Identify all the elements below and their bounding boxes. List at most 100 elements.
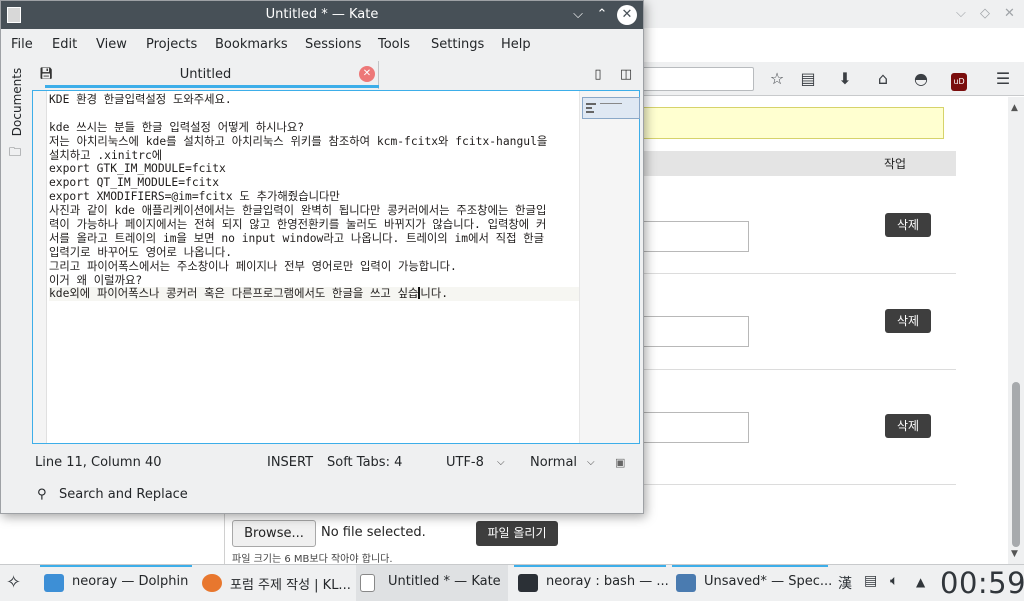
kate-window: Untitled * — Kate ⌵ ⌃ ✕ File Edit View P…	[0, 0, 644, 514]
task-label: neoray — Dolphin	[72, 574, 189, 589]
task-label: neoray : bash — ...	[546, 574, 669, 589]
task-kate[interactable]: Untitled * — Kate	[356, 565, 508, 601]
editor-line: 사진과 같이 kde 애플리케이션에서는 한글입력이 완벽히 됩니다만 콩커러에…	[49, 204, 547, 218]
delete-button[interactable]: 삭제	[885, 309, 931, 333]
home-icon[interactable]: ⌂	[872, 68, 894, 90]
editor-line: 그리고 파이어폭스에서는 주소창이나 페이지나 전부 영어로만 입력이 가능합니…	[49, 259, 457, 273]
minimap[interactable]	[579, 91, 640, 443]
task-spectacle[interactable]: Unsaved* — Spec...	[672, 565, 832, 601]
editor-line: 입력기로 바꾸어도 영어로 나옵니다.	[49, 245, 233, 259]
tab-bar: 💾︎ Untitled ✕ ▯ ◫	[33, 61, 639, 89]
input-method-icon[interactable]: 漢	[838, 573, 852, 593]
bookmark-star-icon[interactable]: ☆	[766, 68, 788, 90]
left-sidebar: Documents 🗀	[3, 61, 29, 441]
task-label: 포럼 주제 작성 | KL...	[230, 578, 351, 593]
folder-icon[interactable]: 🗀	[9, 143, 21, 164]
firefox-maximize-icon[interactable]: ◇	[980, 6, 990, 21]
highlight-mode-selector[interactable]: Normal	[530, 455, 577, 470]
firefox-close-icon[interactable]: ✕	[1004, 6, 1015, 21]
editor-line: 력이 가능하나 페이지에서는 전혀 되지 않고 한영전환키를 눌러도 바뀌지가 …	[49, 218, 547, 232]
editor-line: 이거 왜 이럴까요?	[49, 273, 143, 287]
application-launcher-icon[interactable]: ✧	[6, 572, 21, 593]
indentation-mode[interactable]: Soft Tabs: 4	[327, 455, 402, 470]
scrollbar-thumb[interactable]	[1012, 382, 1020, 547]
minimap-line	[600, 103, 622, 104]
attachment-comment-field[interactable]	[642, 221, 749, 252]
task-dolphin[interactable]: neoray — Dolphin	[40, 565, 192, 601]
task-indicator	[40, 565, 192, 567]
documents-sidebar-tab[interactable]: Documents	[7, 67, 25, 147]
quick-open-icon[interactable]: ▯	[589, 66, 607, 84]
browse-button[interactable]: Browse...	[232, 520, 316, 547]
chevron-down-icon[interactable]: ⌵	[497, 457, 505, 468]
window-title: Untitled * — Kate	[265, 7, 379, 22]
table-header-action: 작업	[884, 157, 907, 171]
editor-gutter	[33, 91, 47, 443]
spectacle-icon	[676, 574, 696, 592]
encoding-selector[interactable]: UTF-8	[446, 455, 484, 470]
attachment-comment-field[interactable]	[642, 316, 749, 347]
row-divider	[642, 273, 956, 274]
menu-tools[interactable]: Tools	[378, 37, 410, 52]
documents-label: Documents	[10, 67, 24, 137]
text-editor[interactable]: KDE 환경 한글입력설정 도와주세요. kde 쓰시는 분들 한글 입력설정 …	[32, 90, 640, 444]
pocket-icon[interactable]: ◓	[910, 68, 932, 90]
search-and-replace-label: Search and Replace	[59, 487, 188, 502]
current-line-text-after: 니다.	[420, 287, 449, 301]
attachment-comment-field[interactable]	[642, 412, 749, 443]
task-firefox[interactable]: 포럼 주제 작성 | KL...	[198, 565, 354, 601]
volume-icon[interactable]: 🔈︎	[890, 573, 898, 589]
menu-bookmarks[interactable]: Bookmarks	[215, 37, 288, 52]
task-label: Unsaved* — Spec...	[704, 574, 833, 589]
tab-untitled[interactable]: 💾︎ Untitled ✕	[33, 61, 379, 89]
minimize-icon[interactable]: ⌵	[568, 5, 588, 25]
kate-icon	[360, 574, 375, 592]
editor-text[interactable]: KDE 환경 한글입력설정 도와주세요. kde 쓰시는 분들 한글 입력설정 …	[49, 93, 579, 302]
delete-button[interactable]: 삭제	[885, 414, 931, 438]
cursor-position[interactable]: Line 11, Column 40	[35, 455, 162, 470]
save-status-icon: ▣	[615, 456, 626, 469]
scroll-up-icon[interactable]: ▲	[1011, 103, 1018, 113]
close-icon[interactable]: ✕	[617, 5, 637, 25]
delete-button[interactable]: 삭제	[885, 213, 931, 237]
tray-expand-icon[interactable]: ▲	[916, 575, 925, 589]
upload-file-button[interactable]: 파일 올리기	[476, 521, 558, 546]
clock[interactable]: 00:59	[940, 566, 1024, 600]
firefox-url-input[interactable]	[640, 67, 754, 91]
menu-settings[interactable]: Settings	[431, 37, 484, 52]
minimap-line	[586, 103, 596, 105]
search-icon: ⚲	[37, 487, 47, 502]
menu-bar: File Edit View Projects Bookmarks Sessio…	[1, 31, 643, 59]
firefox-scrollbar[interactable]: ▲ ▼	[1008, 97, 1024, 564]
ublock-icon[interactable]: uD	[948, 68, 970, 91]
chevron-down-icon[interactable]: ⌵	[587, 457, 595, 468]
menu-help[interactable]: Help	[501, 37, 531, 52]
menu-edit[interactable]: Edit	[52, 37, 77, 52]
hamburger-menu-icon[interactable]: ☰	[992, 68, 1014, 90]
notice-box	[642, 107, 944, 139]
editor-line: export XMODIFIERS=@im=fcitx 도 추가해줬습니다만	[49, 190, 340, 204]
scroll-down-icon[interactable]: ▼	[1011, 549, 1018, 559]
task-konsole[interactable]: neoray : bash — ...	[514, 565, 669, 601]
tab-label: Untitled	[179, 67, 232, 82]
download-icon[interactable]: ⬇	[834, 68, 856, 90]
input-mode[interactable]: INSERT	[267, 455, 313, 470]
menu-view[interactable]: View	[96, 37, 127, 52]
taskbar: ✧ neoray — Dolphin 포럼 주제 작성 | KL... Unti…	[0, 564, 1024, 601]
split-view-icon[interactable]: ◫	[617, 66, 635, 84]
menu-file[interactable]: File	[11, 37, 33, 52]
menu-projects[interactable]: Projects	[146, 37, 197, 52]
clipboard-icon[interactable]: ▤	[864, 573, 877, 589]
tab-close-icon[interactable]: ✕	[359, 66, 375, 82]
editor-line: 저는 아치리눅스에 kde를 설치하고 아치리눅스 위키를 참조하여 kcm-f…	[49, 134, 548, 148]
no-file-label: No file selected.	[321, 525, 426, 540]
menu-sessions[interactable]: Sessions	[305, 37, 361, 52]
firefox-minimize-icon[interactable]: ⌵	[956, 6, 966, 21]
attachment-table-header: 작업	[642, 151, 956, 176]
task-indicator	[672, 565, 828, 567]
library-icon[interactable]: ▤	[797, 68, 819, 90]
maximize-icon[interactable]: ⌃	[592, 5, 612, 25]
editor-line: export QT_IM_MODULE=fcitx	[49, 176, 220, 190]
firefox-icon	[202, 574, 222, 592]
